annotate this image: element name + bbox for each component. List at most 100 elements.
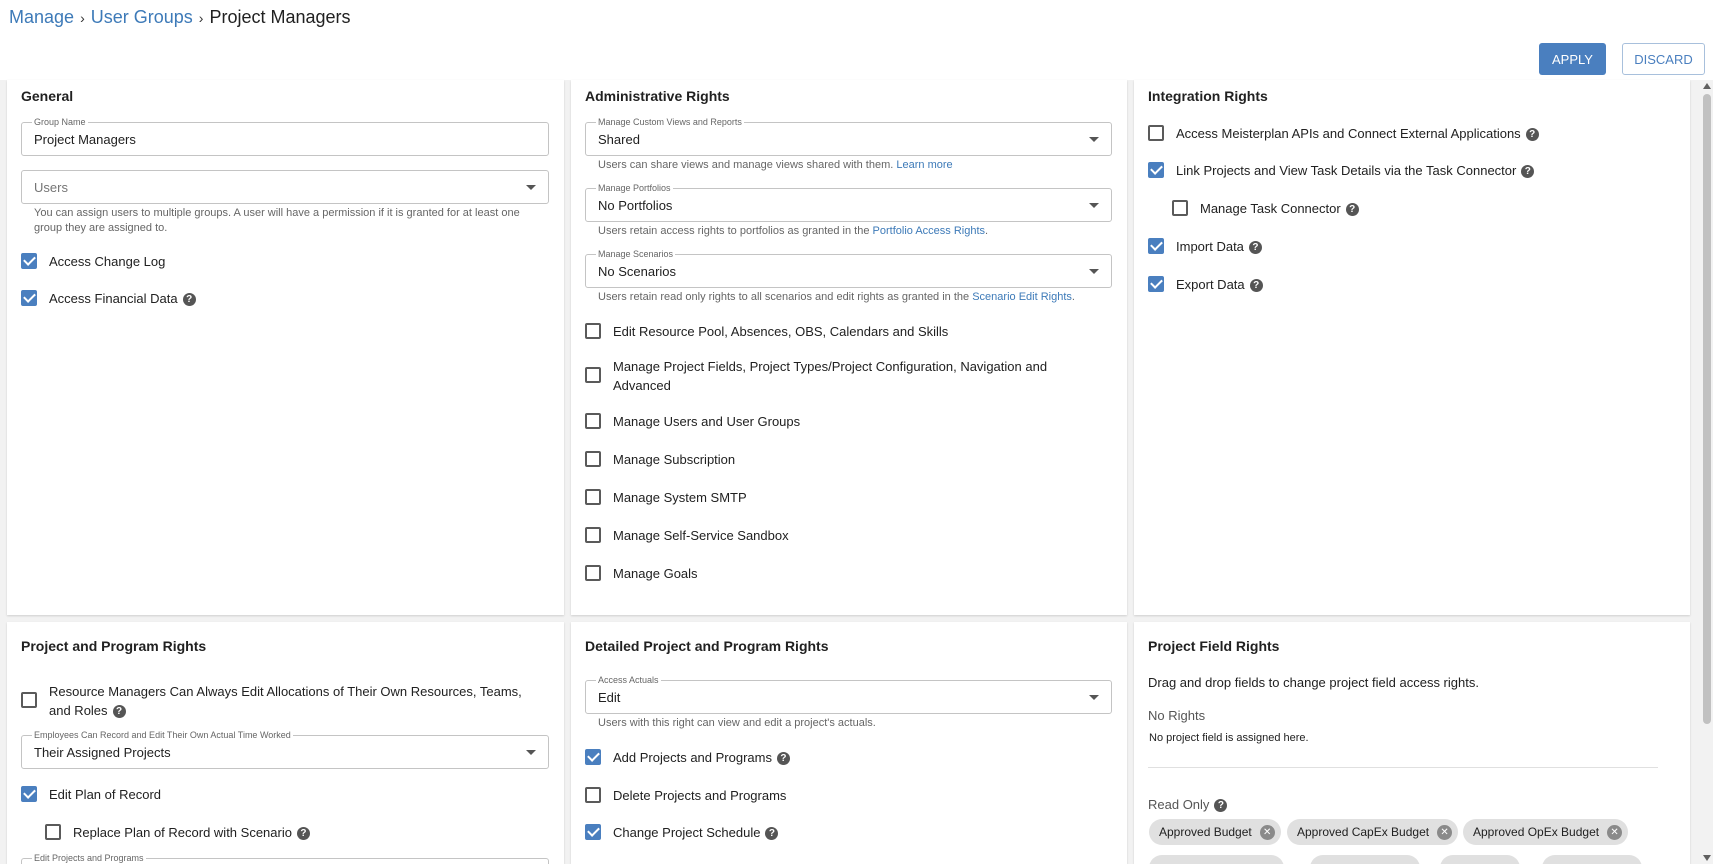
chevron-right-icon: › <box>198 9 204 26</box>
breadcrumb: Manage › User Groups › Project Managers <box>9 7 351 28</box>
admin-checkbox-users[interactable]: Manage Users and User Groups <box>585 412 800 431</box>
help-icon[interactable]: ? <box>112 705 126 718</box>
help-icon[interactable]: ? <box>1214 799 1228 812</box>
discard-button[interactable]: DISCARD <box>1622 43 1705 75</box>
dropdown-arrow-icon <box>1089 203 1099 208</box>
group-name-field[interactable]: Group Name Project Managers <box>21 117 549 156</box>
checkbox-unchecked-icon <box>585 413 601 429</box>
employees-record-value: Their Assigned Projects <box>34 745 171 760</box>
edit-projects-select[interactable]: Edit Projects and Programs <box>21 853 549 864</box>
scroll-up-icon[interactable] <box>1703 83 1711 89</box>
help-icon[interactable]: ? <box>1521 165 1535 178</box>
apply-button[interactable]: APPLY <box>1539 43 1606 75</box>
access-actuals-help: Users with this right can view and edit … <box>598 717 876 729</box>
help-icon[interactable]: ? <box>765 827 779 840</box>
delete-projects-checkbox[interactable]: Delete Projects and Programs <box>585 786 786 805</box>
dropdown-arrow-icon <box>526 750 536 755</box>
help-icon[interactable]: ? <box>1345 203 1359 216</box>
field-rights-title: Project Field Rights <box>1148 638 1280 654</box>
users-placeholder: Users <box>34 180 68 195</box>
scenario-edit-rights-link[interactable]: Scenario Edit Rights <box>972 291 1072 303</box>
integration-checkbox-apis[interactable]: Access Meisterplan APIs and Connect Exte… <box>1148 124 1539 143</box>
checkbox-unchecked-icon <box>585 489 601 505</box>
custom-views-value: Shared <box>598 132 640 147</box>
help-icon[interactable]: ? <box>1248 241 1262 254</box>
checkbox-unchecked-icon <box>585 787 601 803</box>
checkbox-unchecked-icon <box>585 451 601 467</box>
help-icon[interactable]: ? <box>1525 128 1539 141</box>
add-projects-label: Add Projects and Programs <box>613 750 772 765</box>
admin-checkbox-label: Manage Goals <box>613 566 698 581</box>
checkbox-checked-icon <box>1148 162 1164 178</box>
change-schedule-checkbox[interactable]: Change Project Schedule? <box>585 823 779 842</box>
checkbox-unchecked-icon <box>585 367 601 383</box>
integration-checkbox-import[interactable]: Import Data? <box>1148 237 1262 256</box>
integration-checkbox-label: Manage Task Connector <box>1200 201 1341 216</box>
add-projects-checkbox[interactable]: Add Projects and Programs? <box>585 748 790 767</box>
replace-plan-checkbox[interactable]: Replace Plan of Record with Scenario? <box>45 823 310 842</box>
checkbox-unchecked-icon <box>585 565 601 581</box>
admin-checkbox-sandbox[interactable]: Manage Self-Service Sandbox <box>585 526 789 545</box>
field-chip-partial[interactable] <box>1149 855 1284 864</box>
scenarios-help: Users retain read only rights to all sce… <box>598 291 1075 303</box>
resource-managers-label: Resource Managers Can Always Edit Alloca… <box>49 684 522 699</box>
remove-icon[interactable]: ✕ <box>1437 824 1453 840</box>
breadcrumb-manage[interactable]: Manage <box>9 7 74 28</box>
access-actuals-select[interactable]: Access Actuals Edit <box>585 675 1112 714</box>
checkbox-unchecked-icon <box>1172 200 1188 216</box>
field-chip-partial[interactable] <box>1542 855 1642 864</box>
remove-icon[interactable]: ✕ <box>1259 824 1275 840</box>
admin-checkbox-label: Manage Project Fields, Project Types/Pro… <box>613 359 1048 374</box>
breadcrumb-user-groups[interactable]: User Groups <box>91 7 193 28</box>
checkbox-checked-icon <box>1148 276 1164 292</box>
read-only-heading: Read Only? <box>1148 797 1228 812</box>
help-icon[interactable]: ? <box>296 827 310 840</box>
vertical-scrollbar[interactable] <box>1701 80 1713 864</box>
admin-checkbox-goals[interactable]: Manage Goals <box>585 564 698 583</box>
integration-checkbox-label: Access Meisterplan APIs and Connect Exte… <box>1176 126 1521 141</box>
scroll-down-icon[interactable] <box>1703 855 1711 861</box>
no-rights-heading: No Rights <box>1148 708 1206 723</box>
employees-record-select[interactable]: Employees Can Record and Edit Their Own … <box>21 730 549 769</box>
field-chip[interactable]: Approved CapEx Budget ✕ <box>1287 819 1459 845</box>
resource-managers-checkbox[interactable]: Resource Managers Can Always Edit Alloca… <box>21 682 522 720</box>
field-rights-panel: Project Field Rights Drag and drop field… <box>1134 622 1690 864</box>
top-bar: Manage › User Groups › Project Managers … <box>0 0 1713 80</box>
custom-views-label: Manage Custom Views and Reports <box>596 117 744 127</box>
divider <box>1148 767 1658 768</box>
access-financial-data-checkbox[interactable]: Access Financial Data? <box>21 289 196 308</box>
scrollbar-thumb[interactable] <box>1703 94 1711 724</box>
admin-checkbox-resource-pool[interactable]: Edit Resource Pool, Absences, OBS, Calen… <box>585 322 948 341</box>
portfolios-help: Users retain access rights to portfolios… <box>598 225 989 237</box>
integration-checkbox-manage-task-connector[interactable]: Manage Task Connector? <box>1172 199 1359 218</box>
integration-checkbox-export[interactable]: Export Data? <box>1148 275 1263 294</box>
custom-views-select[interactable]: Manage Custom Views and Reports Shared <box>585 117 1112 156</box>
edit-plan-checkbox[interactable]: Edit Plan of Record <box>21 785 161 804</box>
admin-checkbox-subscription[interactable]: Manage Subscription <box>585 450 735 469</box>
admin-title: Administrative Rights <box>585 88 730 104</box>
help-icon[interactable]: ? <box>182 293 196 306</box>
users-select[interactable]: Users <box>21 170 549 204</box>
help-icon[interactable]: ? <box>776 752 790 765</box>
general-panel: General Group Name Project Managers User… <box>7 80 564 615</box>
portfolio-access-rights-link[interactable]: Portfolio Access Rights <box>873 225 986 237</box>
field-chip[interactable]: Approved OpEx Budget ✕ <box>1463 819 1629 845</box>
learn-more-link[interactable]: Learn more <box>896 159 952 171</box>
field-chip-partial[interactable] <box>1440 855 1520 864</box>
edit-plan-label: Edit Plan of Record <box>49 787 162 802</box>
admin-checkbox-project-fields[interactable]: Manage Project Fields, Project Types/Pro… <box>585 357 1047 395</box>
portfolios-select[interactable]: Manage Portfolios No Portfolios <box>585 183 1112 222</box>
remove-icon[interactable]: ✕ <box>1607 824 1623 840</box>
field-chip-partial[interactable] <box>1310 855 1420 864</box>
scenarios-select[interactable]: Manage Scenarios No Scenarios <box>585 249 1112 288</box>
integration-checkbox-task-connector[interactable]: Link Projects and View Task Details via … <box>1148 161 1535 180</box>
admin-checkbox-label: Manage System SMTP <box>613 490 747 505</box>
detailed-rights-panel: Detailed Project and Program Rights Acce… <box>571 622 1127 864</box>
page-title: Project Managers <box>209 7 351 27</box>
access-actuals-value: Edit <box>598 690 621 705</box>
help-icon[interactable]: ? <box>1249 279 1263 292</box>
access-change-log-checkbox[interactable]: Access Change Log <box>21 252 165 271</box>
users-help: You can assign users to multiple groups.… <box>34 207 520 234</box>
field-chip[interactable]: Approved Budget ✕ <box>1149 819 1281 845</box>
admin-checkbox-smtp[interactable]: Manage System SMTP <box>585 488 747 507</box>
